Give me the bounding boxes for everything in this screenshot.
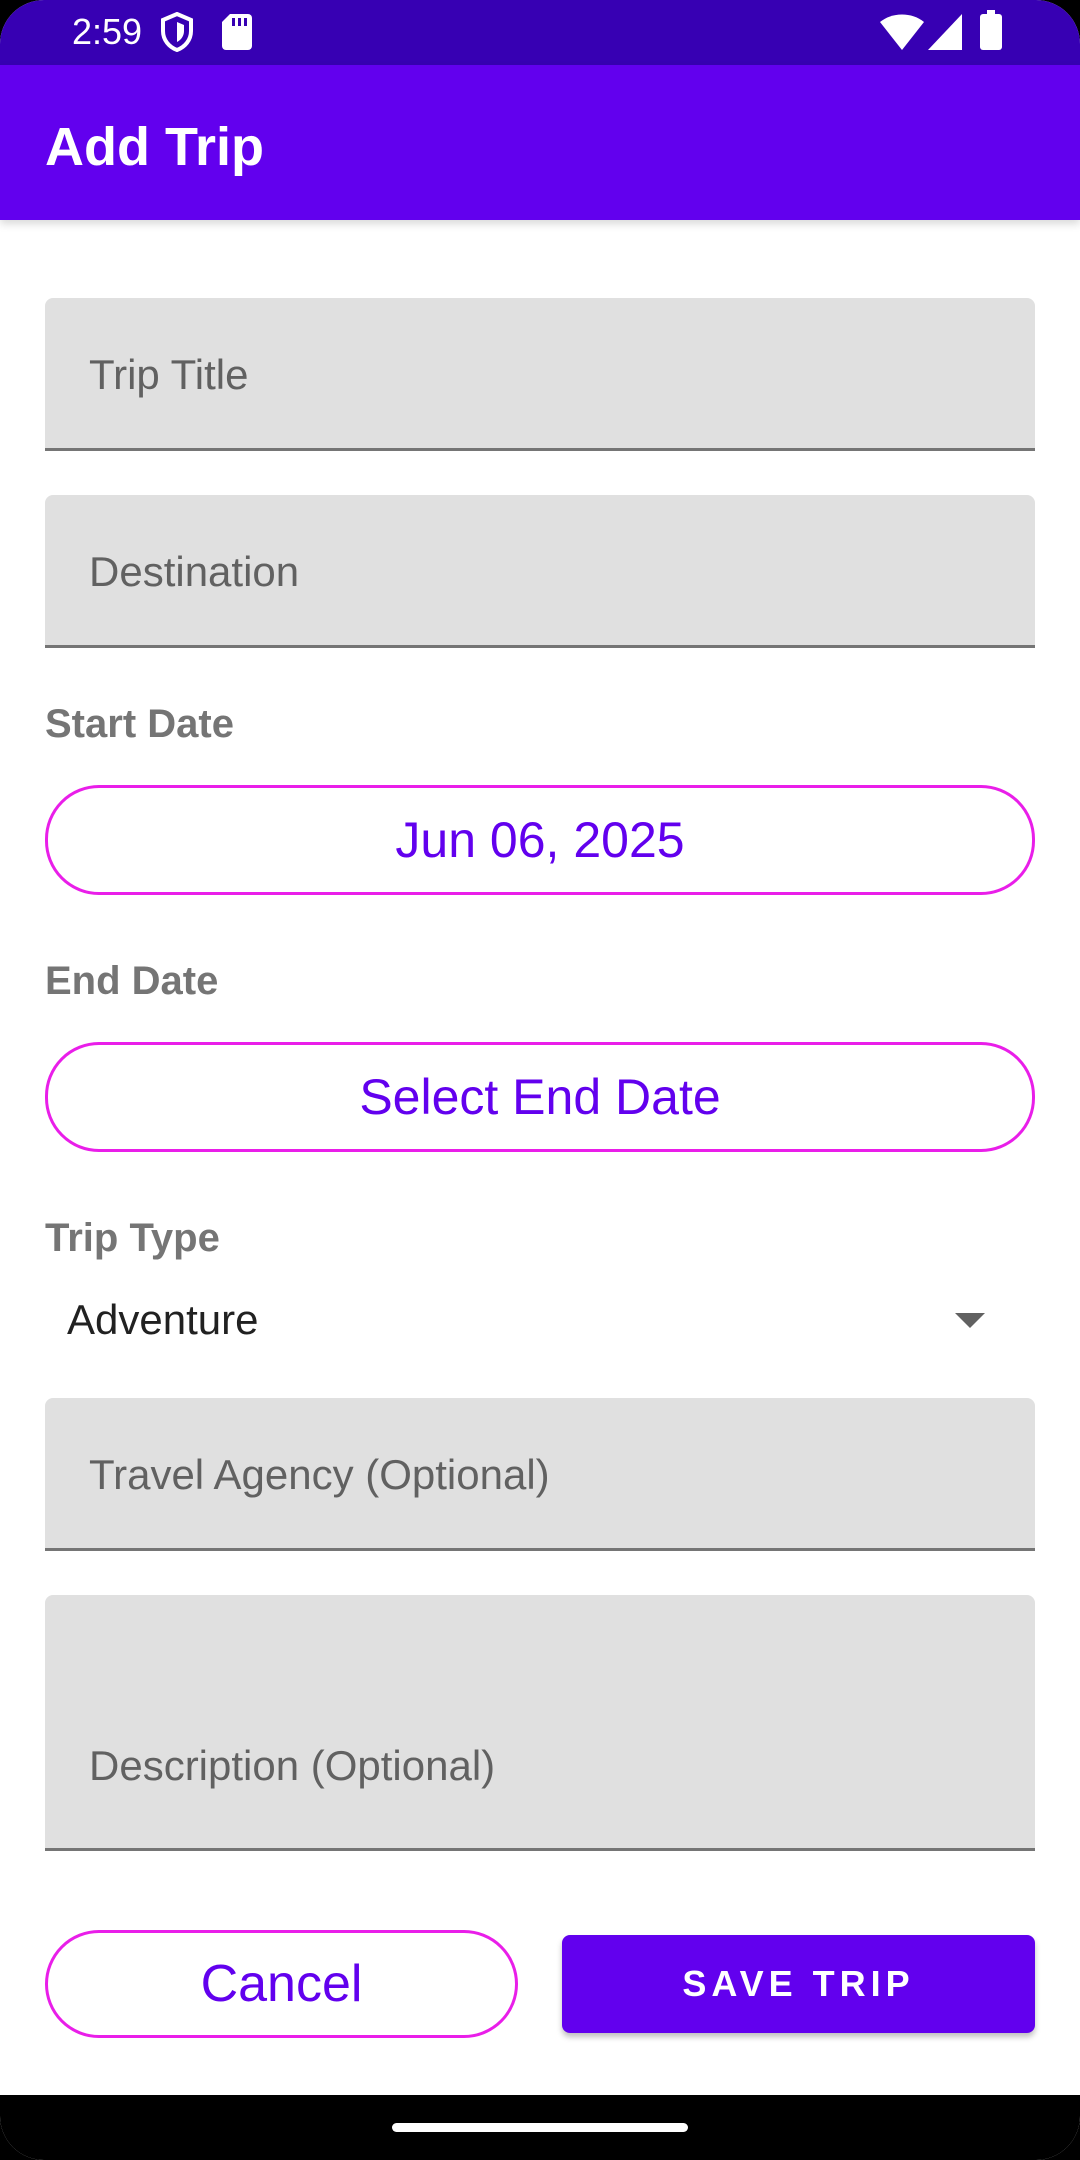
trip-title-placeholder: Trip Title: [89, 351, 249, 398]
signal-icon: [928, 14, 962, 55]
end-date-label: End Date: [45, 959, 219, 1003]
save-trip-button[interactable]: SAVE TRIP: [562, 1935, 1035, 2033]
page-title: Add Trip: [45, 117, 264, 177]
destination-field[interactable]: Destination: [45, 495, 1035, 648]
battery-icon: [980, 10, 1002, 55]
app-bar: Add Trip: [0, 65, 1080, 220]
trip-type-dropdown[interactable]: Adventure: [45, 1285, 1035, 1357]
trip-title-field[interactable]: Trip Title: [45, 298, 1035, 451]
start-date-button[interactable]: Jun 06, 2025: [45, 785, 1035, 895]
wifi-icon: [880, 14, 924, 55]
shield-icon: [160, 11, 194, 57]
end-date-button[interactable]: Select End Date: [45, 1042, 1035, 1152]
cancel-button[interactable]: Cancel: [45, 1930, 518, 2038]
trip-type-value: Adventure: [67, 1296, 259, 1343]
start-date-label: Start Date: [45, 702, 234, 746]
travel-agency-placeholder: Travel Agency (Optional): [89, 1451, 550, 1498]
status-time: 2:59: [72, 11, 143, 52]
trip-type-label: Trip Type: [45, 1216, 220, 1260]
home-handle[interactable]: [392, 2123, 688, 2132]
dropdown-arrow-icon: [955, 1313, 985, 1328]
sd-card-icon: [222, 14, 252, 55]
status-bar: 2:59: [0, 0, 1080, 65]
travel-agency-field[interactable]: Travel Agency (Optional): [45, 1398, 1035, 1551]
description-placeholder: Description (Optional): [89, 1742, 496, 1789]
destination-placeholder: Destination: [89, 548, 300, 595]
screen: 2:59 Add Trip Trip Title Destination Sta…: [0, 0, 1080, 2160]
description-field[interactable]: Description (Optional): [45, 1595, 1035, 1851]
